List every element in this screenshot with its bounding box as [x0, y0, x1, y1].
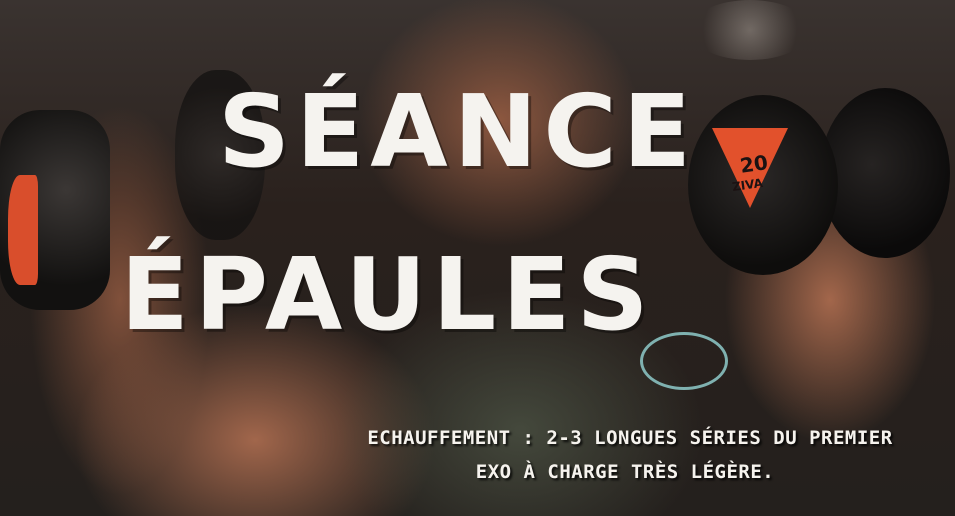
- caption-line-2: EXO À CHARGE TRÈS LÉGÈRE.: [475, 461, 775, 483]
- workout-thumbnail: 20 ZIVA SÉANCE ÉPAULES ECHAUFFEMENT : 2-…: [0, 0, 955, 516]
- gym-light: [690, 0, 810, 60]
- caption-line-1: ECHAUFFEMENT : 2-3 LONGUES SÉRIES DU PRE…: [367, 427, 893, 449]
- title-line-1: SÉANCE: [217, 73, 698, 190]
- title-line-2: ÉPAULES: [120, 236, 655, 353]
